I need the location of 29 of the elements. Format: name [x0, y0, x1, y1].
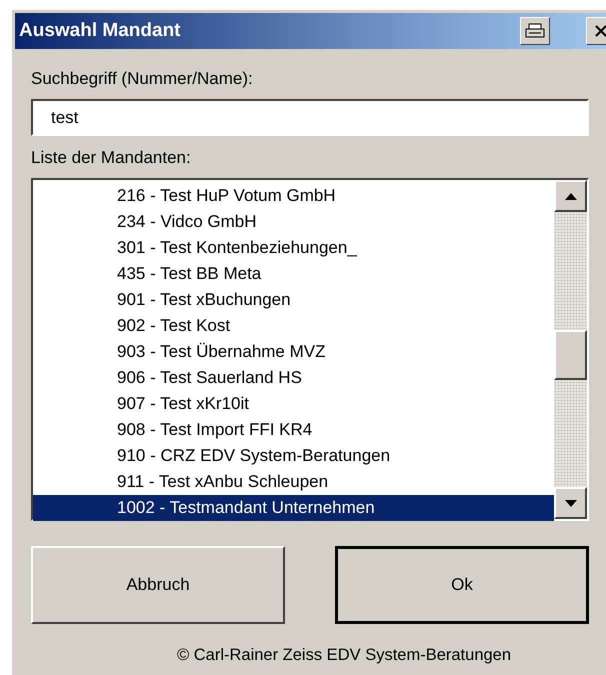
scroll-up-button[interactable]	[554, 180, 587, 212]
scroll-down-button[interactable]	[554, 487, 587, 519]
list-item[interactable]: 903 - Test Übernahme MVZ	[33, 339, 554, 365]
window-title: Auswahl Mandant	[19, 20, 182, 42]
search-field[interactable]: test	[31, 99, 589, 136]
list-item[interactable]: 906 - Test Sauerland HS	[33, 365, 554, 391]
list-item[interactable]: 301 - Test Kontenbeziehungen_	[33, 235, 554, 261]
list-item[interactable]: 908 - Test Import FFI KR4	[33, 417, 554, 443]
search-label: Suchbegriff (Nummer/Name):	[31, 68, 254, 90]
scrollbar[interactable]	[554, 180, 587, 519]
dialog-button[interactable]: Ok	[335, 546, 589, 624]
down-arrow-icon	[564, 500, 576, 506]
list-item[interactable]: 910 - CRZ EDV System-Beratungen	[33, 443, 554, 469]
list-item[interactable]: 234 - Vidco GmbH	[33, 209, 554, 235]
list-item[interactable]: 435 - Test BB Meta	[33, 261, 554, 287]
list-item[interactable]: 216 - Test HuP Votum GmbH	[33, 183, 554, 209]
close-icon	[594, 24, 606, 38]
dialog-button[interactable]: Abbruch	[31, 546, 285, 624]
list-item[interactable]: 907 - Test xKr10it	[33, 391, 554, 417]
copyright-text: © Carl-Rainer Zeiss EDV System-Beratungen	[177, 646, 512, 665]
up-arrow-icon	[564, 192, 576, 200]
list-item[interactable]: 901 - Test xBuchungen	[33, 287, 554, 313]
list-item[interactable]: 1002 - Testmandant Unternehmen	[33, 495, 554, 521]
printer-icon	[525, 23, 545, 39]
list-item[interactable]: 911 - Test xAnbu Schleupen	[33, 469, 554, 495]
list-label: Liste der Mandanten:	[31, 147, 192, 169]
list-item[interactable]: 902 - Test Kost	[33, 313, 554, 339]
print-button[interactable]	[520, 17, 550, 45]
scroll-thumb[interactable]	[554, 330, 587, 380]
